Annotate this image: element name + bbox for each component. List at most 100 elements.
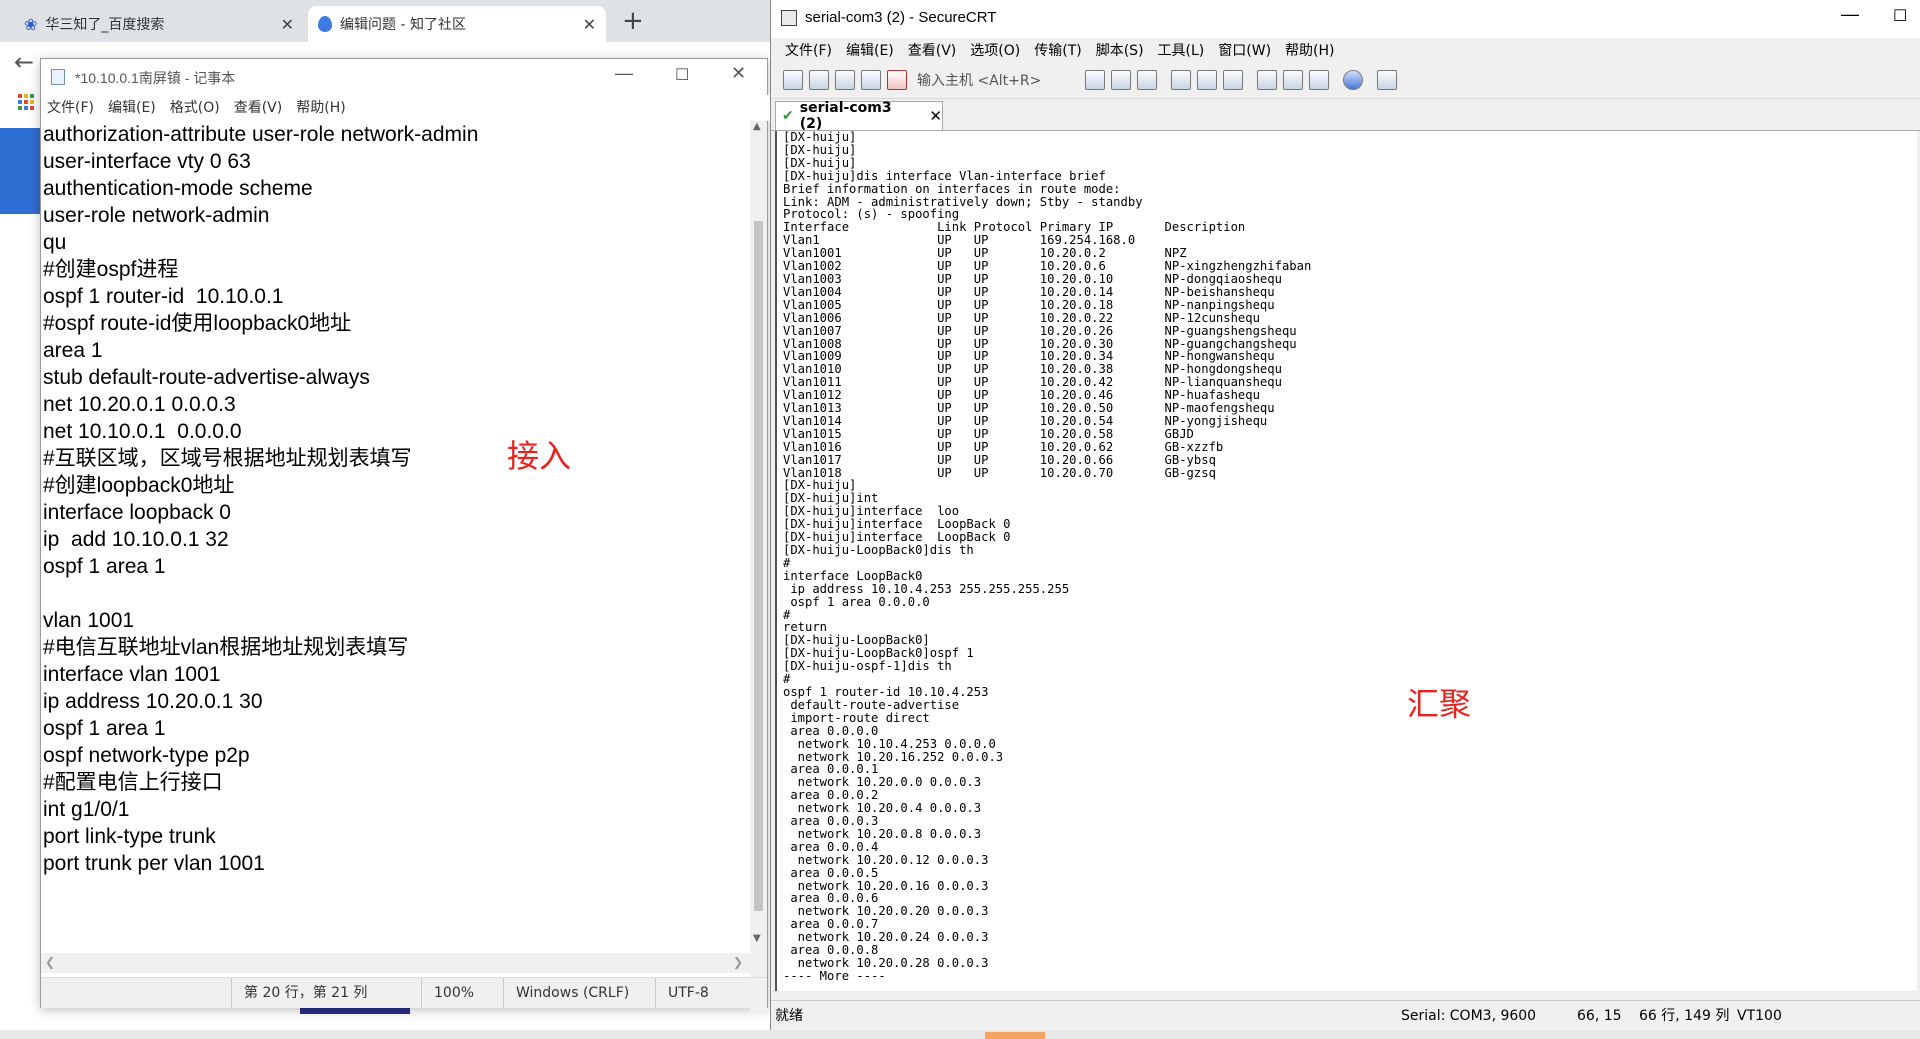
global-options-icon[interactable] — [1283, 70, 1303, 90]
notepad-line: net 10.20.0.1 0.0.0.3 — [43, 393, 236, 416]
menu-file[interactable]: 文件(F) — [47, 95, 94, 121]
close-icon[interactable]: ✕ — [281, 15, 294, 34]
terminal-line: Vlan1003 UP UP 10.20.0.10 NP-dongqiaoshe… — [783, 271, 1282, 286]
status-terminal-type: VT100 — [1737, 1008, 1782, 1024]
menu-options[interactable]: 选项(O) — [970, 38, 1020, 64]
reconnect-icon[interactable] — [861, 70, 881, 90]
zhiliao-drop-icon — [318, 16, 332, 32]
minimize-button[interactable]: — — [615, 63, 633, 84]
menu-view[interactable]: 查看(V) — [908, 38, 957, 64]
session-tab[interactable]: ✔ serial-com3 (2) ✕ — [775, 100, 943, 132]
notepad-icon — [51, 69, 65, 85]
menu-help[interactable]: 帮助(H) — [1285, 38, 1334, 64]
terminal-line: ospf 1 router-id 10.10.4.253 — [783, 684, 989, 699]
menu-edit[interactable]: 编辑(E) — [108, 95, 156, 121]
session-tab-label: serial-com3 (2) — [799, 100, 892, 132]
terminal-line: import-route direct — [783, 710, 930, 725]
scroll-left-arrow[interactable]: ❮ — [45, 955, 55, 969]
print-icon[interactable] — [1171, 70, 1191, 90]
status-encoding: UTF-8 — [655, 978, 767, 1008]
annotation-access: 接入 — [507, 437, 572, 475]
notepad-line: ospf 1 area 1 — [43, 717, 166, 740]
notepad-line — [43, 580, 749, 607]
horizontal-scrollbar[interactable]: ❮ ❯ — [41, 953, 750, 973]
notepad-line: ip add 10.10.0.1 32 — [43, 528, 229, 551]
crt-status-bar: 就绪 Serial: COM3, 9600 66, 15 66 行, 149 列… — [771, 1000, 1920, 1031]
scroll-right-arrow[interactable]: ❯ — [733, 955, 743, 969]
notepad-title-bar: *10.10.0.1南屏镇 - 记事本 — ☐ ✕ — [41, 59, 767, 95]
terminal-line: area 0.0.0.5 — [783, 865, 879, 880]
printer-icon[interactable] — [1223, 70, 1243, 90]
notepad-line: #电信互联地址vlan根据地址规划表填写 — [43, 636, 409, 659]
taskbar-strip — [0, 1030, 1920, 1039]
menu-help[interactable]: 帮助(H) — [296, 95, 345, 121]
status-eol: Windows (CRLF) — [503, 978, 655, 1008]
checkmark-icon: ✔ — [782, 108, 794, 124]
new-tab-button[interactable]: + — [622, 6, 644, 36]
connect-icon[interactable] — [783, 70, 803, 90]
notepad-line: #互联区域，区域号根据地址规划表填写 — [43, 447, 412, 470]
menu-format[interactable]: 格式(O) — [170, 95, 220, 121]
notepad-line: ospf 1 router-id 10.10.0.1 — [43, 285, 284, 308]
menu-script[interactable]: 脚本(S) — [1096, 38, 1144, 64]
terminal-line: network 10.10.4.253 0.0.0.0 — [783, 736, 996, 751]
menu-transfer[interactable]: 传输(T) — [1034, 38, 1081, 64]
browser-tab-title: 编辑问题 - 知了社区 — [340, 17, 466, 33]
apps-grid-icon[interactable] — [18, 94, 34, 110]
scroll-up-arrow[interactable]: ▲ — [753, 121, 761, 132]
scrollbar-thumb[interactable] — [754, 221, 763, 911]
connect-tab-icon[interactable] — [835, 70, 855, 90]
maximize-button[interactable]: ☐ — [1893, 6, 1907, 26]
notepad-line: port trunk per vlan 1001 — [43, 852, 265, 875]
vertical-scrollbar[interactable]: ▲ ▼ — [750, 121, 767, 1013]
terminal-line: Brief information on interfaces in route… — [783, 181, 1121, 196]
status-cursor: 66, 15 — [1577, 1008, 1622, 1024]
browser-tab-baidu[interactable]: ❀ 华三知了_百度搜索 ✕ — [14, 6, 304, 42]
notepad-line: ospf 1 area 1 — [43, 555, 166, 578]
terminal-line: network 10.20.0.12 0.0.0.3 — [783, 852, 989, 867]
help-icon[interactable] — [1343, 70, 1363, 90]
terminal-line: network 10.20.0.28 0.0.0.3 — [783, 956, 989, 970]
notepad-line: int g1/0/1 — [43, 798, 130, 821]
print-selection-icon[interactable] — [1197, 70, 1217, 90]
terminal-line: area 0.0.0.3 — [783, 814, 879, 829]
status-rows-cols: 66 行, 149 列 — [1639, 1008, 1730, 1024]
close-icon[interactable]: ✕ — [929, 107, 942, 125]
scroll-down-arrow[interactable]: ▼ — [753, 933, 761, 944]
browser-tab-zhiliao[interactable]: 编辑问题 - 知了社区 ✕ — [308, 6, 606, 42]
terminal-line: [DX-huiju] — [783, 155, 857, 170]
notepad-line: interface vlan 1001 — [43, 663, 221, 686]
terminal-line: ospf 1 area 0.0.0.0 — [783, 594, 930, 609]
status-ready: 就绪 — [775, 1008, 803, 1024]
find-icon[interactable] — [1137, 70, 1157, 90]
notepad-text-area[interactable]: authorization-attribute user-role networ… — [43, 121, 749, 1007]
terminal-area[interactable]: [DX-huiju] [DX-huiju] [DX-huiju] [DX-huiju]… — [775, 131, 1917, 991]
terminal-line: Vlan1016 UP UP 10.20.0.62 GB-xzzfb — [783, 439, 1224, 454]
session-options-icon[interactable] — [1257, 70, 1277, 90]
host-input[interactable]: 输入主机 <Alt+R> — [917, 70, 1041, 90]
menu-file[interactable]: 文件(F) — [785, 38, 832, 64]
quick-connect-icon[interactable] — [809, 70, 829, 90]
maximize-button[interactable]: ☐ — [675, 65, 689, 85]
menu-tools[interactable]: 工具(L) — [1158, 38, 1205, 64]
window-title: *10.10.0.1南屏镇 - 记事本 — [75, 70, 236, 86]
close-button[interactable]: ✕ — [731, 63, 746, 84]
copy-icon[interactable] — [1085, 70, 1105, 90]
screen-icon[interactable] — [1377, 70, 1397, 90]
minimize-button[interactable]: — — [1841, 4, 1859, 25]
page-banner-fragment — [0, 128, 42, 214]
terminal-line: area 0.0.0.0 — [783, 723, 879, 738]
back-button[interactable]: ← — [14, 48, 34, 76]
paste-icon[interactable] — [1111, 70, 1131, 90]
close-icon[interactable]: ✕ — [583, 15, 596, 34]
browser-tab-title: 华三知了_百度搜索 — [45, 17, 165, 33]
menu-view[interactable]: 查看(V) — [234, 95, 283, 121]
terminal-line: Vlan1006 UP UP 10.20.0.22 NP-12cunshequ — [783, 310, 1260, 325]
terminal-line: Vlan1004 UP UP 10.20.0.14 NP-beishansheq… — [783, 284, 1275, 299]
menu-edit[interactable]: 编辑(E) — [846, 38, 894, 64]
menu-window[interactable]: 窗口(W) — [1218, 38, 1271, 64]
key-icon[interactable] — [1309, 70, 1329, 90]
notepad-line: #创建ospf进程 — [43, 258, 179, 281]
disconnect-icon[interactable] — [887, 70, 907, 90]
annotation-aggregation: 汇聚 — [1407, 685, 1472, 723]
